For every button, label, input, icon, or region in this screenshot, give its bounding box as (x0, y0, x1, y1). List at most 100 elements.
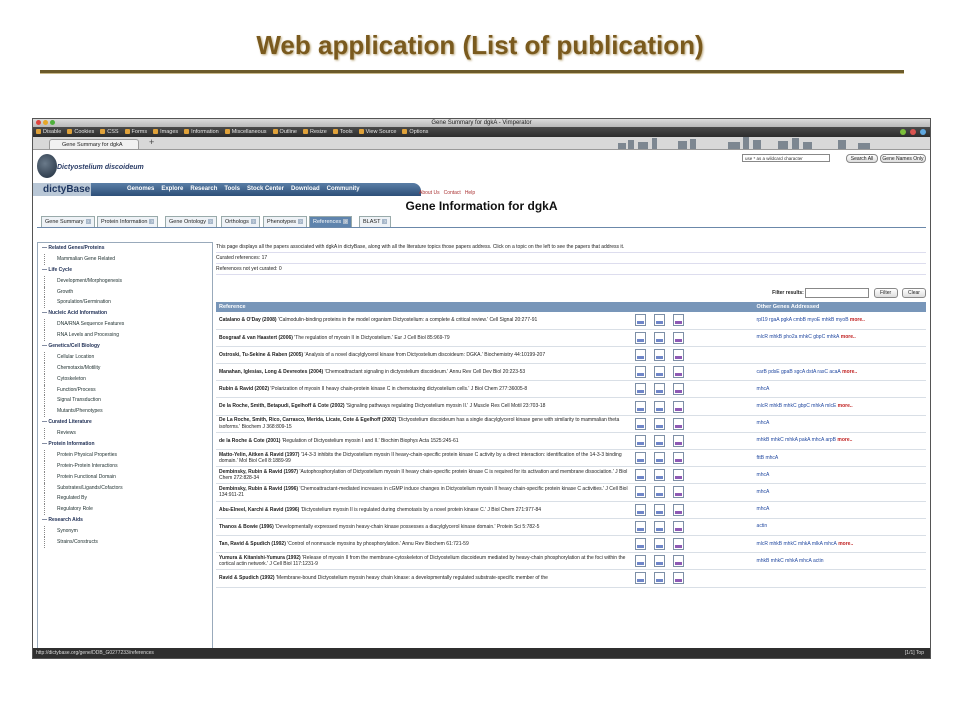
toolbar-item-resize[interactable]: Resize (302, 127, 327, 137)
pdf-icon[interactable] (672, 400, 684, 413)
reference-authors[interactable]: Rubin & Ravid (2002) (219, 386, 269, 392)
filter-button[interactable]: Filter (873, 288, 898, 298)
nav-download[interactable]: Download (291, 186, 320, 192)
help-icon[interactable]: ? (208, 219, 213, 224)
fulltext-icon[interactable] (653, 520, 665, 533)
sidebar-item[interactable]: Substrates/Ligands/Cofactors (44, 482, 212, 494)
nav-research[interactable]: Research (190, 186, 217, 192)
pubmed-icon[interactable] (634, 331, 646, 344)
info-icon[interactable] (920, 128, 926, 135)
sidebar-item[interactable]: Regulated By (44, 493, 212, 505)
sidebar-item[interactable]: — Protein Information (38, 439, 212, 450)
tab-gene-summary[interactable]: Gene Summary? (41, 216, 95, 227)
sidebar-item[interactable]: Function/Process (44, 384, 212, 396)
sidebar-item[interactable]: — Life Cycle (38, 265, 212, 276)
fulltext-icon[interactable] (653, 417, 665, 430)
close-icon[interactable] (36, 120, 41, 125)
toolbar-item-css[interactable]: CSS (100, 127, 119, 137)
pdf-icon[interactable] (672, 538, 684, 551)
sidebar-item[interactable]: Strains/Constructs (44, 537, 212, 548)
more-genes-link[interactable]: more.. (839, 334, 856, 340)
tab-references[interactable]: References? (309, 216, 353, 227)
fulltext-icon[interactable] (653, 469, 665, 482)
toolbar-item-forms[interactable]: Forms (124, 127, 147, 137)
gene-links[interactable]: mhkB mhkC mhkA pakA mhcA arpB (757, 437, 836, 443)
pdf-icon[interactable] (672, 452, 684, 465)
help-icon[interactable]: ? (149, 219, 155, 224)
help-icon[interactable]: ? (250, 219, 256, 224)
reference-authors[interactable]: De la Roche, Smith, Betapudi, Egelhoff &… (219, 403, 345, 409)
pdf-icon[interactable] (672, 520, 684, 533)
pdf-icon[interactable] (672, 572, 684, 585)
pubmed-icon[interactable] (634, 486, 646, 499)
pubmed-icon[interactable] (634, 555, 646, 568)
sidebar-item[interactable]: — Curated Literature (38, 417, 212, 428)
more-genes-link[interactable]: more.. (836, 403, 853, 409)
pubmed-icon[interactable] (634, 417, 646, 430)
toolbar-item-outline[interactable]: Outline (272, 127, 297, 137)
link-about-us[interactable]: About Us (419, 190, 440, 196)
gene-links[interactable]: mlcR mhkB mhkC gbpC mhkA mlcE (757, 403, 837, 409)
sidebar-item[interactable]: — Nucleic Acid Information (38, 308, 212, 319)
toolbar-item-disable[interactable]: Disable (36, 127, 61, 137)
fulltext-icon[interactable] (653, 331, 665, 344)
pubmed-icon[interactable] (634, 434, 646, 447)
reference-authors[interactable]: Yumura & Kitanishi-Yumura (1992) (219, 555, 301, 561)
zoom-icon[interactable] (50, 120, 55, 125)
help-icon[interactable]: ? (298, 219, 304, 224)
reference-authors[interactable]: Dembinsky, Rubin & Ravid (1996) (219, 486, 298, 492)
search-input[interactable]: use * as a wildcard character (742, 154, 830, 162)
pubmed-icon[interactable] (634, 538, 646, 551)
gene-links[interactable]: mlcR mhkB mhkC mhkA mlkA mhcA (757, 541, 837, 547)
more-genes-link[interactable]: more.. (841, 369, 857, 375)
fulltext-icon[interactable] (653, 555, 665, 568)
nav-community[interactable]: Community (327, 186, 360, 192)
pubmed-icon[interactable] (634, 383, 646, 396)
filter-input[interactable] (805, 288, 870, 298)
toolbar-item-view-source[interactable]: View Source (358, 127, 396, 137)
reference-authors[interactable]: Ravid & Spudich (1992) (219, 575, 275, 581)
pdf-icon[interactable] (672, 417, 684, 430)
gene-links[interactable]: rpl19 rgaA pgkA cmbB myoE mhkB myoB (757, 317, 849, 323)
gene-links[interactable]: mhcA (757, 420, 770, 426)
toolbar-item-miscellaneous[interactable]: Miscellaneous (224, 127, 267, 137)
gene-links[interactable]: actin (757, 523, 768, 529)
tab-orthologs[interactable]: Orthologs? (221, 216, 260, 227)
sidebar-item[interactable]: Signal Transduction (44, 395, 212, 407)
link-contact[interactable]: Contact (444, 190, 461, 196)
reference-authors[interactable]: Thanos & Bowie (1996) (219, 524, 274, 530)
stop-icon[interactable] (910, 128, 916, 135)
toolbar-item-images[interactable]: Images (153, 127, 178, 137)
nav-tools[interactable]: Tools (224, 186, 240, 192)
more-genes-link[interactable]: more.. (849, 317, 865, 323)
pubmed-icon[interactable] (634, 503, 646, 516)
pubmed-icon[interactable] (634, 469, 646, 482)
pubmed-icon[interactable] (634, 366, 646, 379)
more-genes-link[interactable]: more.. (837, 541, 853, 547)
pdf-icon[interactable] (672, 555, 684, 568)
pubmed-icon[interactable] (634, 520, 646, 533)
sidebar-item[interactable]: Chemotaxis/Motility (44, 362, 212, 374)
fulltext-icon[interactable] (653, 572, 665, 585)
toolbar-item-cookies[interactable]: Cookies (67, 127, 94, 137)
more-genes-link[interactable]: more.. (836, 437, 852, 443)
sidebar-item[interactable]: Reviews (44, 428, 212, 440)
sidebar-item[interactable]: Growth (44, 286, 212, 298)
tab-blast[interactable]: BLAST? (359, 216, 392, 227)
help-icon[interactable]: ? (382, 219, 388, 224)
site-logo[interactable]: dictyBase (33, 183, 93, 196)
check-icon[interactable] (900, 128, 906, 135)
pdf-icon[interactable] (672, 503, 684, 516)
sidebar-item[interactable]: Protein-Protein Interactions (44, 460, 212, 472)
nav-explore[interactable]: Explore (161, 186, 183, 192)
fulltext-icon[interactable] (653, 314, 665, 327)
sidebar-item[interactable]: Protein Functional Domain (44, 471, 212, 483)
fulltext-icon[interactable] (653, 538, 665, 551)
fulltext-icon[interactable] (653, 383, 665, 396)
sidebar-item[interactable]: — Related Genes/Proteins (38, 243, 212, 254)
fulltext-icon[interactable] (653, 434, 665, 447)
pdf-icon[interactable] (672, 314, 684, 327)
link-help[interactable]: Help (465, 190, 475, 196)
reference-authors[interactable]: Manahan, Iglesias, Long & Devreotes (200… (219, 369, 323, 375)
new-tab-button[interactable]: + (149, 137, 154, 147)
